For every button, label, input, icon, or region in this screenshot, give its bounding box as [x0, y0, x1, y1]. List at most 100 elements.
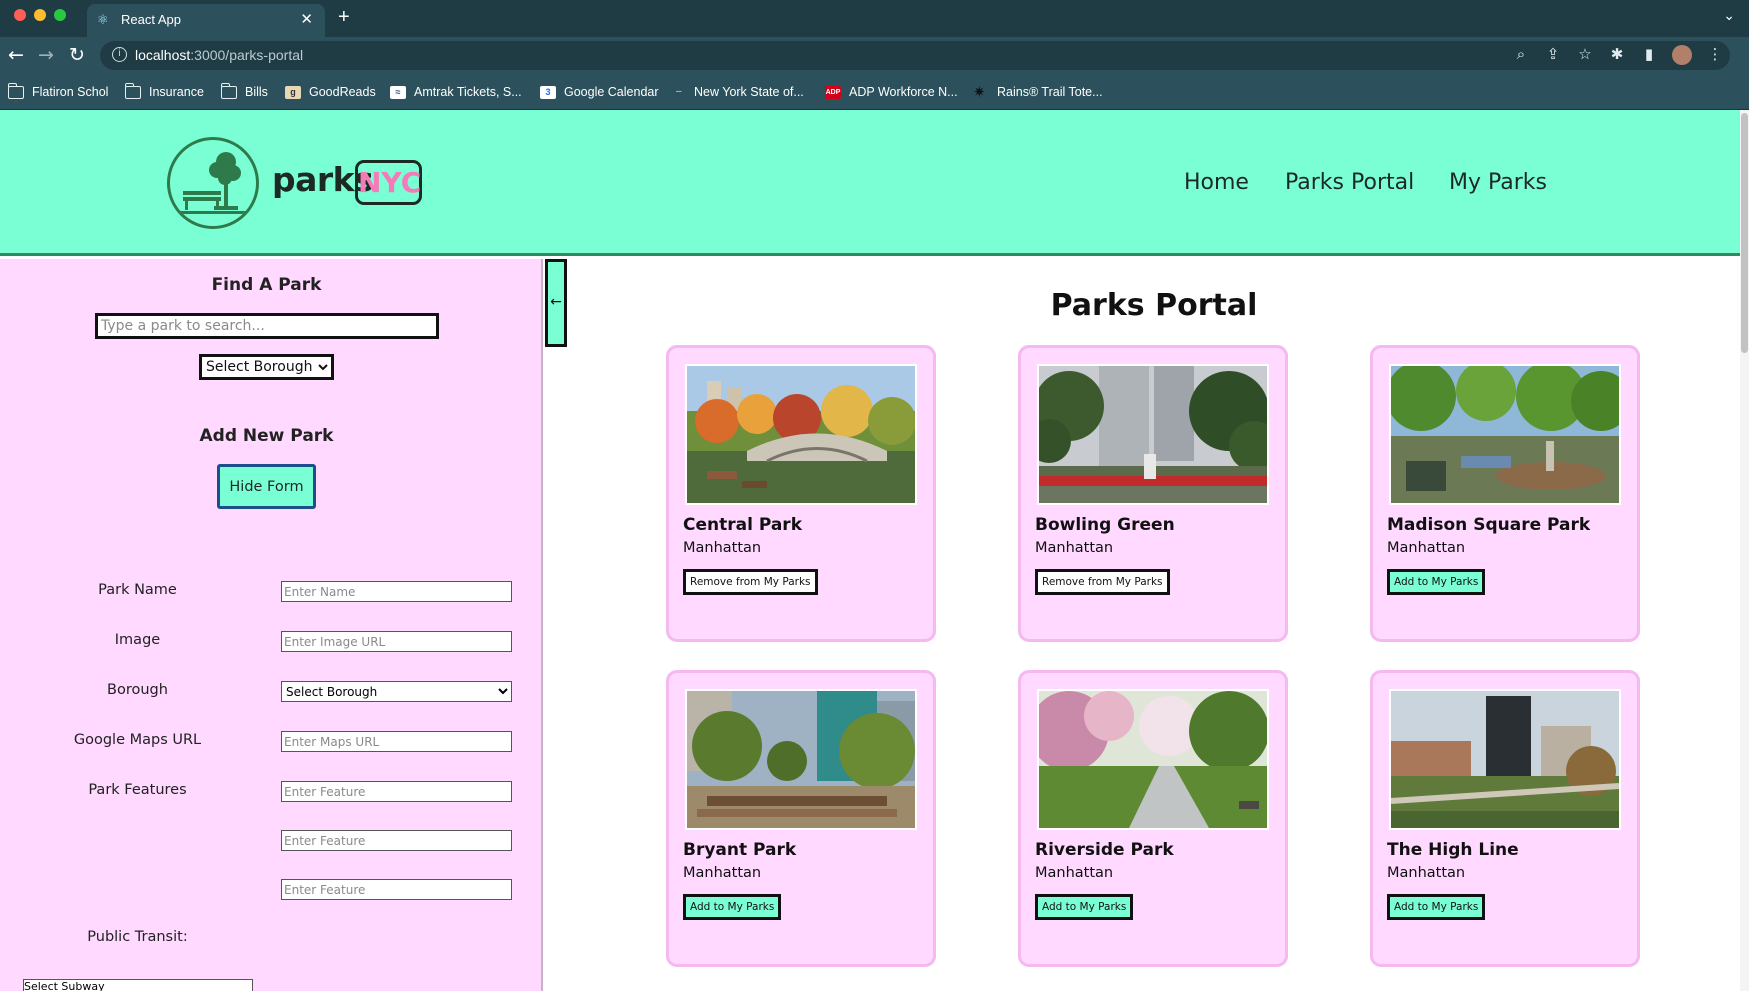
- park-search-input[interactable]: [95, 313, 439, 339]
- park-borough: Manhattan: [683, 540, 762, 556]
- nav-home[interactable]: Home: [1184, 170, 1249, 195]
- park-image-bryant-park[interactable]: [685, 689, 917, 830]
- back-arrow-icon[interactable]: ←: [8, 44, 24, 66]
- park-image-central-park[interactable]: [685, 364, 917, 505]
- page-title: Parks Portal: [1050, 288, 1258, 323]
- image-url-field[interactable]: [281, 631, 512, 652]
- bookmark-item[interactable]: ADP ADP Workforce N...: [825, 83, 958, 101]
- bookmark-item[interactable]: ✷ Rains® Trail Tote...: [973, 83, 1103, 101]
- url-path: :3000/parks-portal: [190, 47, 304, 63]
- amtrak-icon: ≈: [390, 85, 406, 99]
- folder-icon: [7, 82, 24, 99]
- park-name: Riverside Park: [1035, 840, 1174, 860]
- park-card[interactable]: Riverside Park Manhattan Add to My Parks: [1018, 670, 1288, 967]
- park-borough: Manhattan: [1035, 540, 1114, 556]
- goodreads-icon: g: [285, 85, 301, 99]
- park-name: Madison Square Park: [1387, 515, 1591, 535]
- park-card[interactable]: Central Park Manhattan Remove from My Pa…: [666, 345, 936, 642]
- bookmark-label: Insurance: [149, 85, 204, 99]
- minimize-window-button[interactable]: [34, 9, 46, 21]
- park-image-the-high-line[interactable]: [1389, 689, 1621, 830]
- folder-icon: [220, 82, 237, 99]
- bookmark-item[interactable]: – New York State of...: [676, 83, 804, 101]
- bookmark-label: Google Calendar: [564, 85, 659, 99]
- forward-arrow-icon[interactable]: →: [38, 44, 54, 66]
- collapse-sidebar-button[interactable]: ←: [545, 259, 567, 347]
- maximize-window-button[interactable]: [54, 9, 66, 21]
- chevron-down-icon[interactable]: ⌄: [1723, 8, 1735, 24]
- hide-form-button[interactable]: Hide Form: [217, 464, 316, 509]
- park-borough: Manhattan: [1387, 865, 1466, 881]
- react-icon: ⚛: [97, 13, 109, 28]
- park-logo-icon[interactable]: [167, 137, 259, 229]
- add-to-my-parks-button[interactable]: Add to My Parks: [1387, 894, 1486, 920]
- rains-icon: ✷: [973, 83, 986, 101]
- browser-tab[interactable]: ⚛ React App ✕: [87, 4, 325, 37]
- browser-titlebar: ⚛ React App ✕ + ⌄: [0, 0, 1749, 37]
- borough-filter-select[interactable]: Select Borough: [199, 354, 334, 380]
- zoom-icon[interactable]: ⌕: [1512, 45, 1530, 66]
- bookmark-label: Bills: [245, 85, 268, 99]
- site-info-icon[interactable]: i: [112, 47, 127, 62]
- park-card[interactable]: Madison Square Park Manhattan Add to My …: [1370, 345, 1640, 642]
- park-name: Bryant Park: [683, 840, 797, 860]
- star-icon[interactable]: ☆: [1576, 45, 1594, 66]
- bookmark-item[interactable]: Bills: [220, 82, 268, 101]
- bookmark-item[interactable]: g GoodReads: [285, 83, 376, 101]
- park-card[interactable]: The High Line Manhattan Add to My Parks: [1370, 670, 1640, 967]
- feature-field-3[interactable]: [281, 879, 512, 900]
- remove-from-my-parks-button[interactable]: Remove from My Parks: [683, 569, 818, 595]
- bookmark-label: ADP Workforce N...: [849, 85, 958, 99]
- feature-field-2[interactable]: [281, 830, 512, 851]
- subway-select[interactable]: Select Subway: [23, 979, 253, 991]
- maps-url-field[interactable]: [281, 731, 512, 752]
- add-to-my-parks-button[interactable]: Add to My Parks: [1035, 894, 1134, 920]
- park-name-label: Park Name: [98, 582, 177, 598]
- bookmark-item[interactable]: Flatiron Schol: [7, 82, 109, 101]
- tab-title: React App: [121, 12, 181, 27]
- bookmark-item[interactable]: Insurance: [124, 82, 204, 101]
- park-card[interactable]: Bowling Green Manhattan Remove from My P…: [1018, 345, 1288, 642]
- browser-toolbar: ← → ↻ i localhost:3000/parks-portal ⌕ ⇪ …: [0, 37, 1749, 74]
- side-panel-icon[interactable]: ▮: [1640, 45, 1658, 66]
- nav-my-parks[interactable]: My Parks: [1449, 170, 1547, 195]
- close-window-button[interactable]: [14, 9, 26, 21]
- bookmarks-bar: Flatiron Schol Insurance Bills g GoodRead…: [0, 74, 1749, 110]
- borough-label: Borough: [107, 682, 168, 698]
- remove-from-my-parks-button[interactable]: Remove from My Parks: [1035, 569, 1170, 595]
- park-name: The High Line: [1387, 840, 1519, 860]
- url-text[interactable]: localhost:3000/parks-portal: [135, 47, 303, 63]
- address-bar[interactable]: i localhost:3000/parks-portal ⌕ ⇪ ☆ ✱ ▮ …: [100, 41, 1730, 70]
- sidebar: Find A Park Select Borough Add New Park …: [0, 259, 543, 991]
- more-menu-icon[interactable]: ⋮: [1706, 45, 1724, 66]
- app-header: parks NYC Home Parks Portal My Parks: [0, 110, 1740, 256]
- bookmark-label: New York State of...: [694, 85, 804, 99]
- reload-icon[interactable]: ↻: [69, 44, 85, 66]
- bookmark-label: Flatiron Schol: [32, 85, 109, 99]
- public-transit-label: Public Transit:: [87, 929, 188, 945]
- feature-field-1[interactable]: [281, 781, 512, 802]
- park-image-madison-square-park[interactable]: [1389, 364, 1621, 505]
- add-to-my-parks-button[interactable]: Add to My Parks: [683, 894, 782, 920]
- share-icon[interactable]: ⇪: [1544, 45, 1562, 66]
- new-tab-icon[interactable]: +: [338, 6, 350, 29]
- bookmark-item[interactable]: ≈ Amtrak Tickets, S...: [390, 83, 522, 101]
- park-name: Bowling Green: [1035, 515, 1175, 535]
- park-image-bowling-green[interactable]: [1037, 364, 1269, 505]
- park-name: Central Park: [683, 515, 802, 535]
- extensions-icon[interactable]: ✱: [1608, 45, 1626, 66]
- park-name-field[interactable]: [281, 581, 512, 602]
- nav-parks-portal[interactable]: Parks Portal: [1285, 170, 1414, 195]
- maps-url-label: Google Maps URL: [73, 732, 202, 748]
- calendar-icon: 3: [540, 85, 556, 99]
- page-scrollbar-thumb[interactable]: [1741, 113, 1748, 353]
- close-tab-icon[interactable]: ✕: [300, 10, 313, 28]
- add-to-my-parks-button[interactable]: Add to My Parks: [1387, 569, 1486, 595]
- park-image-riverside-park[interactable]: [1037, 689, 1269, 830]
- borough-form-select[interactable]: Select Borough: [281, 681, 512, 702]
- adp-icon: ADP: [825, 85, 841, 99]
- park-card[interactable]: Bryant Park Manhattan Add to My Parks: [666, 670, 936, 967]
- profile-avatar[interactable]: [1672, 45, 1692, 65]
- bookmark-item[interactable]: 3 Google Calendar: [540, 83, 659, 101]
- bookmark-label: GoodReads: [309, 85, 376, 99]
